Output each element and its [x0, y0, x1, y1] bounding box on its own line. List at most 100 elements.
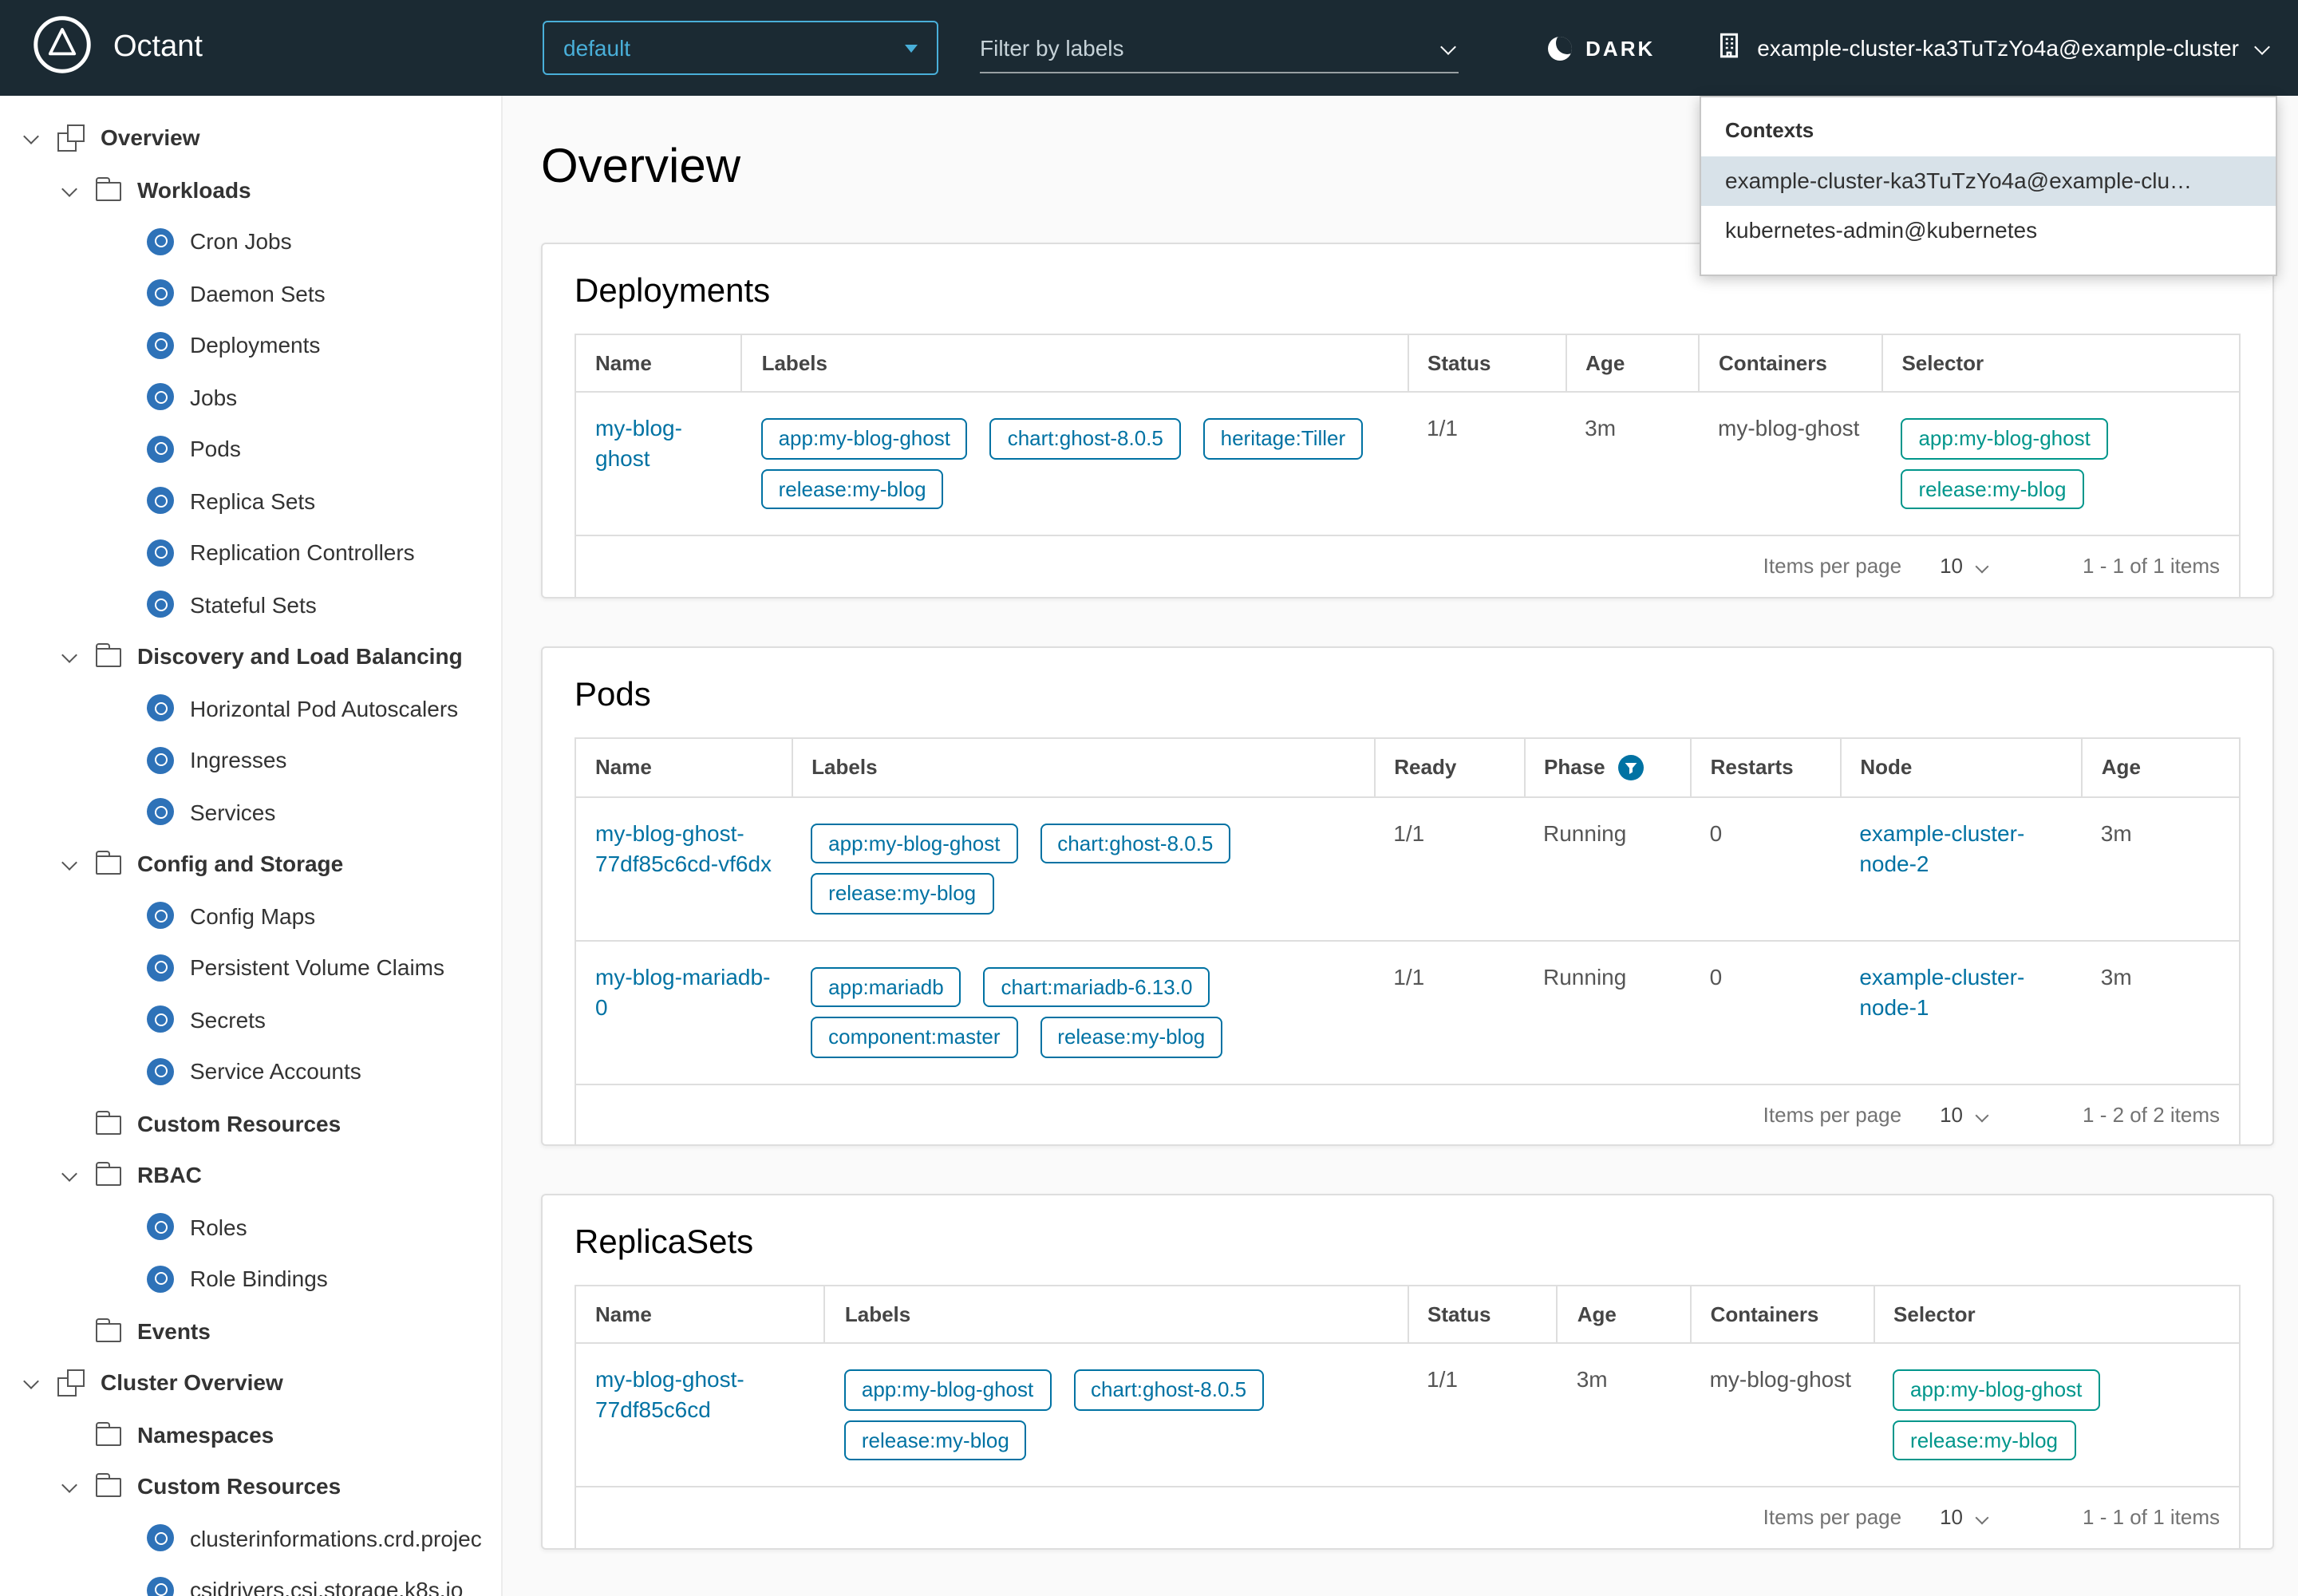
column-header-name[interactable]: Name: [575, 1286, 825, 1344]
sidebar-item-services[interactable]: Services: [0, 786, 501, 838]
sidebar-item-deployments[interactable]: Deployments: [0, 319, 501, 371]
sidebar-item-csidrivers[interactable]: csidrivers.csi.storage.k8s.io: [0, 1564, 501, 1596]
column-header-labels[interactable]: Labels: [825, 1286, 1408, 1344]
sidebar-group-workloads[interactable]: Workloads: [0, 164, 501, 215]
column-header-selector[interactable]: Selector: [1881, 334, 2240, 392]
sidebar-item-label: Roles: [190, 1215, 247, 1240]
namespace-selector[interactable]: default: [543, 21, 938, 75]
sidebar-item-replica-sets[interactable]: Replica Sets: [0, 475, 501, 527]
label-badge: app:my-blog-ghost: [844, 1370, 1051, 1411]
column-header-containers[interactable]: Containers: [1699, 334, 1881, 392]
sidebar-item-persistent-volume-claims[interactable]: Persistent Volume Claims: [0, 942, 501, 994]
items-per-page-value: 10: [1940, 1101, 1963, 1129]
column-header-age[interactable]: Age: [2082, 737, 2240, 796]
stateful-sets-icon: [147, 591, 174, 618]
sidebar-item-stateful-sets[interactable]: Stateful Sets: [0, 579, 501, 630]
column-header-restarts[interactable]: Restarts: [1691, 737, 1841, 796]
custom-resource-icon: [147, 1577, 174, 1596]
sidebar-item-cluster-overview[interactable]: Cluster Overview: [0, 1357, 501, 1408]
sidebar-item-clusterinformations[interactable]: clusterinformations.crd.projec: [0, 1512, 501, 1564]
items-per-page-select[interactable]: 10: [1940, 1101, 1990, 1129]
pod-name-link[interactable]: my-blog-mariadb-0: [595, 963, 770, 1019]
items-per-page-select[interactable]: 10: [1940, 1504, 1990, 1532]
chevron-down-icon: [61, 180, 80, 200]
column-header-status[interactable]: Status: [1408, 1286, 1558, 1344]
folder-icon: [96, 182, 121, 201]
sidebar-item-secrets[interactable]: Secrets: [0, 994, 501, 1045]
sidebar-group-rbac[interactable]: RBAC: [0, 1149, 501, 1201]
selector-badge: release:my-blog: [1901, 468, 2083, 509]
node-link[interactable]: example-cluster-node-2: [1859, 820, 2024, 875]
sidebar-item-jobs[interactable]: Jobs: [0, 371, 501, 423]
sidebar-item-service-accounts[interactable]: Service Accounts: [0, 1045, 501, 1097]
sidebar-item-label: Ingresses: [190, 748, 286, 773]
column-header-containers[interactable]: Containers: [1691, 1286, 1874, 1344]
sidebar-item-horizontal-pod-autoscalers[interactable]: Horizontal Pod Autoscalers: [0, 682, 501, 734]
chevron-down-icon: [22, 128, 41, 148]
ready-cell: 1/1: [1374, 796, 1524, 940]
sidebar-item-label: Overview: [101, 125, 200, 151]
sidebar-group-custom-resources-cluster[interactable]: Custom Resources: [0, 1460, 501, 1512]
chevron-down-icon: [1974, 1107, 1990, 1123]
sidebar-item-ingresses[interactable]: Ingresses: [0, 734, 501, 786]
column-header-name[interactable]: Name: [575, 737, 792, 796]
context-selector[interactable]: example-cluster-ka3TuTzYo4a@example-clus…: [1716, 32, 2272, 64]
replicaset-name-link[interactable]: my-blog-ghost-77df85c6cd: [595, 1367, 744, 1423]
services-icon: [147, 799, 174, 826]
sidebar-item-roles[interactable]: Roles: [0, 1201, 501, 1253]
sidebar-item-label: Custom Resources: [137, 1111, 341, 1136]
table-header-row: Name Labels Ready Phase: [575, 737, 2240, 796]
moon-icon: [1547, 36, 1571, 60]
persistent-volume-claims-icon: [147, 954, 174, 982]
sidebar-item-cron-jobs[interactable]: Cron Jobs: [0, 215, 501, 267]
column-header-age[interactable]: Age: [1566, 334, 1699, 392]
filter-funnel-icon[interactable]: [1618, 754, 1644, 780]
applications-icon: [57, 124, 85, 152]
column-header-selector[interactable]: Selector: [1874, 1286, 2240, 1344]
pod-name-link[interactable]: my-blog-ghost-77df85c6cd-vf6dx: [595, 820, 772, 875]
sidebar-group-events[interactable]: Events: [0, 1305, 501, 1357]
table-row: my-blog-mariadb-0 app:mariadb chart:mari…: [575, 940, 2240, 1084]
node-link[interactable]: example-cluster-node-1: [1859, 963, 2024, 1019]
chevron-down-icon[interactable]: [1439, 38, 1459, 57]
sidebar-item-role-bindings[interactable]: Role Bindings: [0, 1253, 501, 1305]
items-per-page-select[interactable]: 10: [1940, 552, 1990, 580]
column-header-status[interactable]: Status: [1408, 334, 1566, 392]
column-header-labels[interactable]: Labels: [792, 737, 1374, 796]
theme-toggle-button[interactable]: DARK: [1547, 36, 1655, 60]
context-option-selected[interactable]: example-cluster-ka3TuTzYo4a@example-clu…: [1701, 156, 2276, 206]
column-header-ready[interactable]: Ready: [1374, 737, 1524, 796]
sidebar-group-config-and-storage[interactable]: Config and Storage: [0, 838, 501, 890]
column-header-name[interactable]: Name: [575, 334, 742, 392]
column-header-labels[interactable]: Labels: [742, 334, 1408, 392]
sidebar-item-label: Deployments: [190, 333, 320, 358]
column-header-phase[interactable]: Phase: [1524, 737, 1691, 796]
card-title: Pods: [574, 676, 2241, 714]
sidebar-item-replication-controllers[interactable]: Replication Controllers: [0, 527, 501, 579]
chevron-down-icon: [61, 1166, 80, 1185]
sidebar-item-pods[interactable]: Pods: [0, 423, 501, 475]
sidebar-group-namespaces[interactable]: Namespaces: [0, 1408, 501, 1460]
sidebar-item-config-maps[interactable]: Config Maps: [0, 890, 501, 942]
sidebar-item-label: Secrets: [190, 1007, 266, 1033]
namespace-value: default: [563, 35, 630, 61]
pagination-range: 1 - 2 of 2 items: [2083, 1101, 2220, 1129]
label-filter-input[interactable]: [980, 34, 1439, 60]
column-header-age[interactable]: Age: [1558, 1286, 1691, 1344]
context-option[interactable]: kubernetes-admin@kubernetes: [1701, 206, 2276, 255]
pagination-range: 1 - 1 of 1 items: [2083, 552, 2220, 580]
chevron-down-icon: [2253, 38, 2272, 57]
sidebar-item-label: csidrivers.csi.storage.k8s.io: [190, 1578, 463, 1596]
sidebar-group-custom-resources[interactable]: Custom Resources: [0, 1097, 501, 1149]
folder-icon: [96, 1116, 121, 1135]
age-cell: 3m: [2082, 940, 2240, 1084]
replication-controllers-icon: [147, 539, 174, 567]
column-header-node[interactable]: Node: [1840, 737, 2081, 796]
folder-icon: [96, 1427, 121, 1446]
sidebar-group-discovery-and-load-balancing[interactable]: Discovery and Load Balancing: [0, 630, 501, 682]
sidebar-item-daemon-sets[interactable]: Daemon Sets: [0, 267, 501, 319]
table-header-row: Name Labels Status Age Containers Select…: [575, 1286, 2240, 1344]
label-badge: app:my-blog-ghost: [761, 418, 968, 459]
deployment-name-link[interactable]: my-blog-ghost: [595, 415, 682, 471]
sidebar-item-overview[interactable]: Overview: [0, 112, 501, 164]
